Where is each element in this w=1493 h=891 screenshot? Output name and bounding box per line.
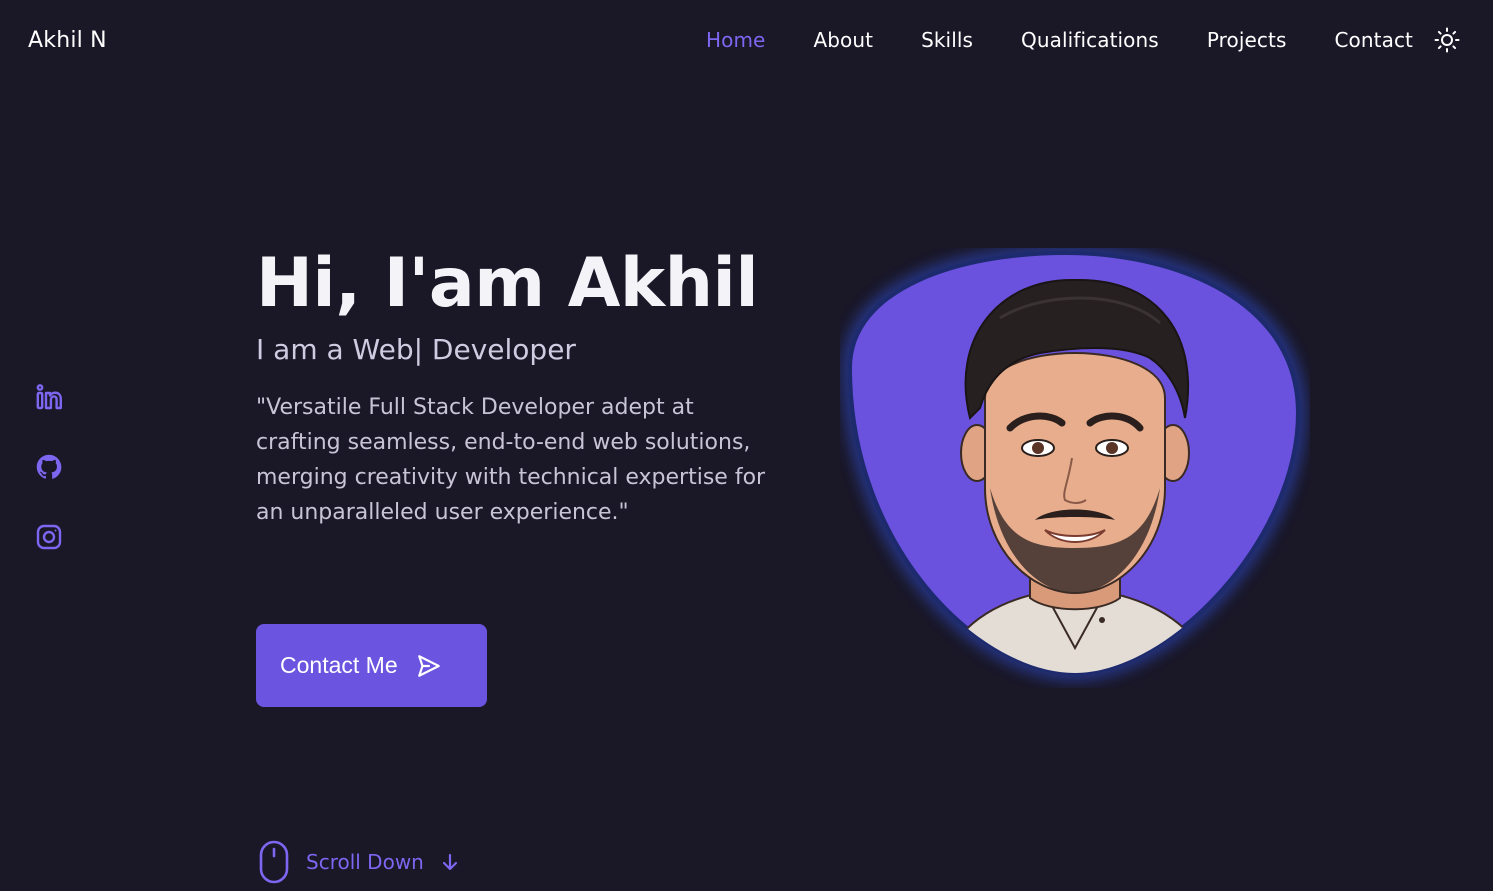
main-nav: Home About Skills Qualifications Project… [658,26,1461,54]
social-links [34,382,64,552]
send-icon [417,654,440,677]
portfolio-page: Akhil N Home About Skills Qualifications… [0,0,1493,891]
instagram-icon [36,524,62,550]
nav-contact[interactable]: Contact [1334,28,1413,52]
arrow-down-icon [442,853,457,871]
linkedin-link[interactable] [34,382,64,412]
hero-title: Hi, I'am Akhil [256,244,759,323]
sun-icon [1434,27,1460,53]
nav-skills[interactable]: Skills [921,28,973,52]
hero-section: Hi, I'am Akhil I am a Web| Developer "Ve… [256,240,796,530]
hero-subtitle: I am a Web| Developer [256,333,576,366]
scroll-down-label: Scroll Down [306,850,424,874]
avatar-blob [840,247,1310,688]
hero-description: "Versatile Full Stack Developer adept at… [256,395,766,525]
mouse-icon [259,840,289,884]
brand-logo[interactable]: Akhil N [28,28,107,53]
scroll-down-link[interactable]: Scroll Down [258,840,460,884]
header: Akhil N Home About Skills Qualifications… [0,0,1493,80]
nav-qualifications[interactable]: Qualifications [1021,28,1159,52]
github-link[interactable] [34,452,64,482]
theme-toggle-button[interactable] [1433,26,1461,54]
nav-home[interactable]: Home [706,28,765,52]
contact-me-label: Contact Me [280,652,398,678]
nav-projects[interactable]: Projects [1207,28,1287,52]
avatar-illustration [844,247,1304,679]
linkedin-icon [36,384,62,410]
contact-me-button[interactable]: Contact Me [256,624,487,707]
github-icon [36,454,62,479]
nav-about[interactable]: About [813,28,873,52]
instagram-link[interactable] [34,522,64,552]
